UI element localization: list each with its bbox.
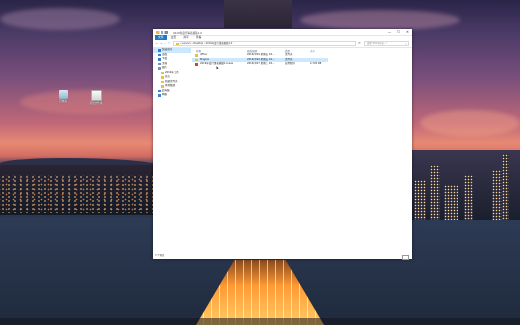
nav-item-label: 2019年工作 bbox=[165, 70, 179, 74]
network-icon bbox=[158, 94, 161, 97]
city-right bbox=[412, 150, 520, 220]
documents-icon bbox=[158, 62, 161, 66]
status-bar: 3 个项目 bbox=[153, 253, 412, 260]
nav-item-label: 此电脑 bbox=[162, 88, 170, 92]
nav-item-label: 日志 bbox=[165, 75, 171, 78]
window-title: 2019年度行事表模版1.0 bbox=[173, 31, 202, 35]
nav-item-label: 图片 bbox=[162, 66, 168, 69]
nav-item-label: 新建文件夹 bbox=[165, 79, 178, 83]
taskbar[interactable] bbox=[0, 318, 520, 325]
folder-icon bbox=[195, 58, 198, 61]
file-list: 名称 修改日期 类型 大小 office 2019/3/29 星期五 16... 文… bbox=[192, 48, 412, 253]
navigation-bar: ← → ⌄ ↑ « Lenovo › Desktop › 2019年度行事表模版… bbox=[153, 40, 412, 48]
chevron-right-icon[interactable]: › bbox=[155, 93, 156, 98]
nav-item-label: 下载 bbox=[162, 57, 168, 60]
application-icon bbox=[195, 63, 198, 66]
desktop-icon bbox=[158, 53, 161, 57]
document-icon bbox=[90, 90, 102, 101]
address-path: « Lenovo › Desktop › 2019年度行事表模版1.0 bbox=[180, 42, 233, 45]
folder-icon bbox=[161, 80, 164, 84]
nav-item-label: 网络 bbox=[162, 93, 168, 96]
explorer-window: 2019年度行事表模版1.0 — ☐ ✕ 文件 主页 共享 查看 ← → ⌄ ↑… bbox=[153, 29, 412, 260]
bridge-tower bbox=[224, 0, 292, 28]
address-bar[interactable]: « Lenovo › Desktop › 2019年度行事表模版1.0 bbox=[173, 41, 356, 46]
nav-item-label: 桌面 bbox=[162, 52, 168, 56]
up-button[interactable]: ↑ bbox=[167, 41, 171, 46]
search-input[interactable]: 搜索"2019年度..." ⌕ bbox=[364, 41, 409, 46]
desktop-icon-document[interactable]: 新建文件夹 bbox=[87, 90, 105, 105]
folder-icon bbox=[161, 85, 164, 88]
file-row[interactable]: 2019年度行事表模版1.0.exe 2019/3/27 星期三 16... 应用程… bbox=[192, 62, 412, 67]
desktop-icon-label: 回收站 bbox=[59, 100, 67, 103]
folder-icon bbox=[175, 43, 179, 45]
pictures-icon bbox=[158, 67, 161, 70]
details-view-icon[interactable] bbox=[402, 254, 409, 260]
nav-item[interactable]: › 网络 bbox=[153, 93, 191, 98]
nav-item-label: 素材整理 bbox=[165, 84, 176, 87]
star-icon bbox=[158, 49, 161, 52]
file-size: 2,793 KB bbox=[310, 62, 322, 65]
quick-access-toolbar[interactable] bbox=[156, 30, 168, 34]
folder-icon bbox=[161, 76, 164, 79]
search-icon: ⌕ bbox=[405, 42, 407, 46]
folder-icon bbox=[195, 54, 198, 57]
recycle-bin-icon bbox=[58, 90, 68, 99]
file-date: 2019/3/27 星期三 16... bbox=[247, 62, 275, 65]
navigation-pane: › 快速访问 › 桌面 › 下载 › 文档 › 图片 2019年工作 日志 新建文件夹 素材整理 › 此电脑 ›… bbox=[153, 48, 191, 253]
desktop-icon-label: 新建文件夹 bbox=[89, 102, 103, 105]
refresh-button[interactable]: ⟳ bbox=[357, 41, 362, 46]
nav-item-label: 文档 bbox=[162, 61, 168, 65]
nav-item-label: 快速访问 bbox=[162, 48, 173, 51]
folder-icon bbox=[161, 71, 164, 75]
desktop-icon-recycle-bin[interactable]: 回收站 bbox=[54, 90, 72, 103]
file-type: 应用程序 bbox=[285, 62, 296, 65]
download-icon bbox=[158, 58, 161, 61]
pc-icon bbox=[158, 89, 161, 93]
item-count: 3 个项目 bbox=[155, 254, 165, 257]
search-placeholder: 搜索"2019年度..." bbox=[367, 42, 388, 45]
